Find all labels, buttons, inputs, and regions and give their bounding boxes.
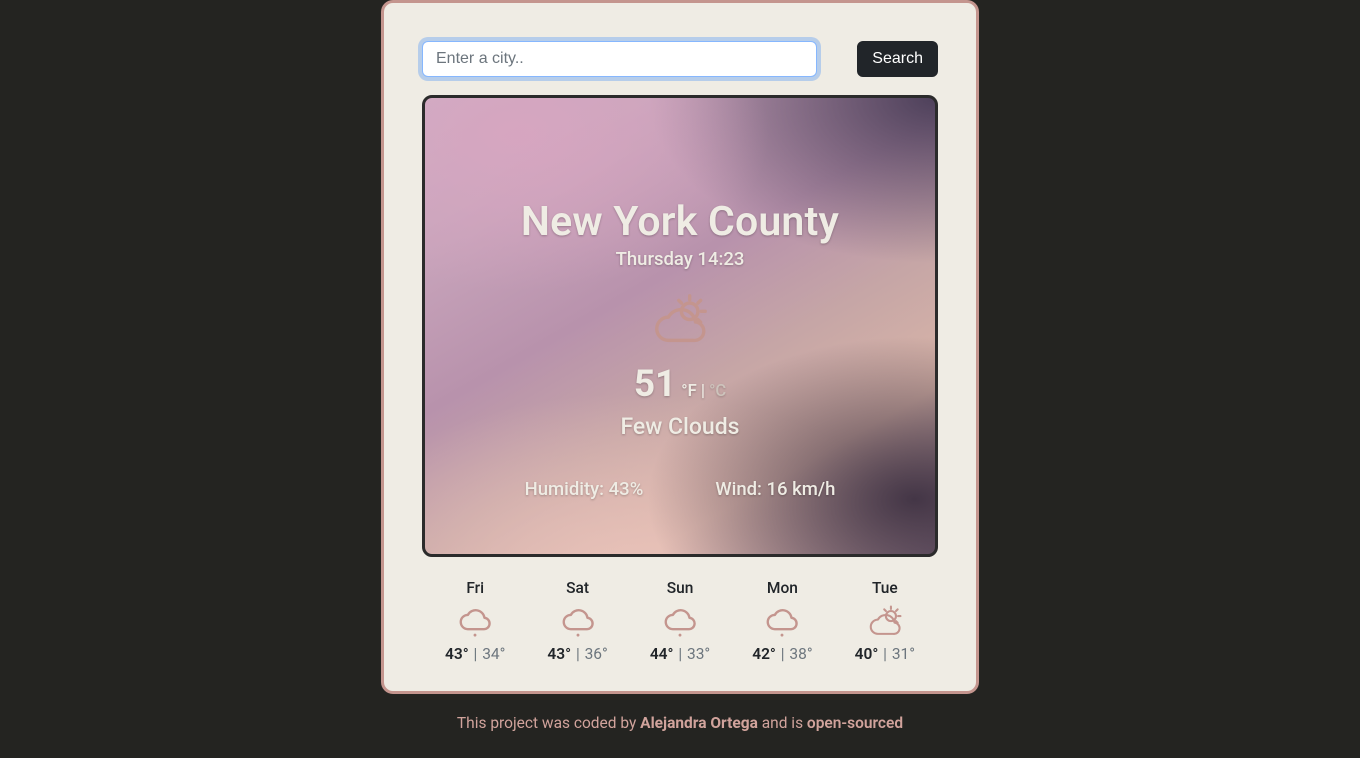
humidity-wind-row: Humidity: 43% Wind: 16 km/h [425, 478, 935, 500]
temperature-value: 51 [634, 366, 676, 403]
forecast-low: 31° [892, 645, 915, 663]
forecast-weather-icon [559, 603, 597, 641]
forecast-temps: 42° | 38° [731, 645, 833, 663]
author-link[interactable]: Alejandra Ortega [640, 714, 758, 732]
forecast-day: Fri 43° | 34° [424, 579, 526, 663]
forecast-day: Tue 40° | 31° [834, 579, 936, 663]
unit-celsius-link[interactable]: °C [709, 382, 726, 401]
forecast-high: 44° [650, 645, 674, 663]
forecast-day-label: Sun [629, 579, 731, 597]
forecast-day-label: Sat [526, 579, 628, 597]
current-weather-content: New York County Thursday 14:23 51 °F | °… [425, 98, 935, 554]
footer-attribution: This project was coded by Alejandra Orte… [0, 714, 1360, 732]
forecast-temps: 40° | 31° [834, 645, 936, 663]
footer-pre: This project was coded by [457, 714, 640, 732]
forecast-day: Sun 44° | 33° [629, 579, 731, 663]
forecast-day: Mon 42° | 38° [731, 579, 833, 663]
humidity: Humidity: 43% [525, 478, 644, 500]
city-search-input[interactable] [422, 41, 817, 77]
forecast-weather-icon [866, 603, 904, 641]
forecast-low: 36° [585, 645, 608, 663]
wind: Wind: 16 km/h [715, 478, 835, 500]
forecast-sep: | [776, 645, 789, 663]
forecast-temps: 44° | 33° [629, 645, 731, 663]
forecast-low: 33° [687, 645, 710, 663]
unit-separator: | [697, 382, 709, 401]
forecast-weather-icon [763, 603, 801, 641]
forecast-high: 43° [445, 645, 469, 663]
city-name: New York County [425, 198, 935, 246]
forecast-row: Fri 43° | 34° Sat 43° | 36° Sun 44° | 33… [422, 579, 938, 663]
forecast-low: 38° [789, 645, 812, 663]
footer-mid: and is [758, 714, 807, 732]
date-time: Thursday 14:23 [425, 248, 935, 270]
current-weather-card: New York County Thursday 14:23 51 °F | °… [422, 95, 938, 557]
forecast-sep: | [674, 645, 687, 663]
humidity-value: 43% [609, 478, 644, 500]
unit-fahrenheit-link[interactable]: °F [681, 382, 696, 401]
search-button[interactable]: Search [857, 41, 938, 77]
forecast-temps: 43° | 36° [526, 645, 628, 663]
humidity-label: Humidity: [525, 478, 609, 500]
forecast-day-label: Mon [731, 579, 833, 597]
forecast-day: Sat 43° | 36° [526, 579, 628, 663]
current-weather-icon [647, 290, 713, 352]
open-sourced-link[interactable]: open-sourced [807, 714, 903, 732]
forecast-high: 42° [752, 645, 776, 663]
search-form: Search [422, 41, 938, 77]
temperature: 51 °F | °C [425, 366, 935, 403]
forecast-sep: | [469, 645, 482, 663]
forecast-low: 34° [482, 645, 505, 663]
forecast-day-label: Fri [424, 579, 526, 597]
weather-app: Search New York County Thursday 14:23 51… [381, 0, 979, 694]
forecast-day-label: Tue [834, 579, 936, 597]
unit-toggle: °F | °C [681, 382, 726, 401]
forecast-high: 43° [547, 645, 571, 663]
forecast-sep: | [571, 645, 584, 663]
forecast-sep: | [878, 645, 891, 663]
forecast-high: 40° [855, 645, 879, 663]
wind-label: Wind: [715, 478, 766, 500]
weather-description: Few Clouds [425, 413, 935, 440]
search-input-wrap [422, 41, 817, 77]
forecast-weather-icon [661, 603, 699, 641]
wind-value: 16 km/h [767, 478, 836, 500]
forecast-weather-icon [456, 603, 494, 641]
forecast-temps: 43° | 34° [424, 645, 526, 663]
